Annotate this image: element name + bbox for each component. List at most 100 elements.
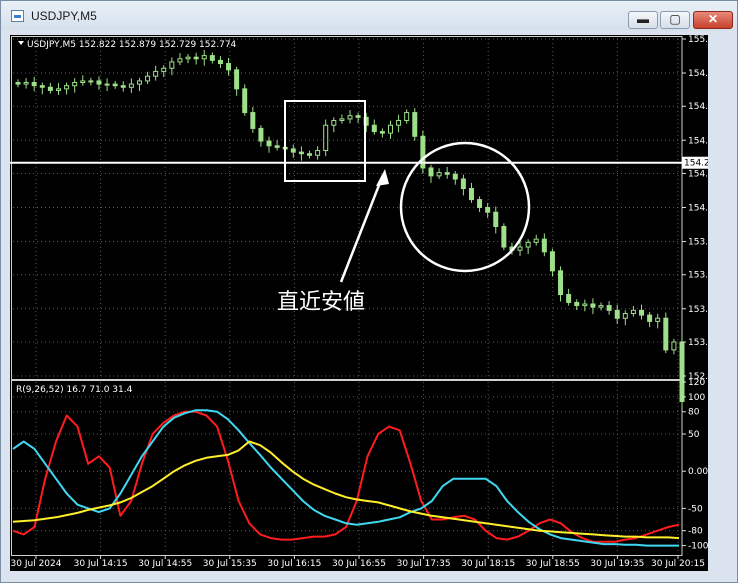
price-tick-label: 154.425 <box>688 136 708 146</box>
rsi-tick-label: 100 <box>688 393 705 403</box>
candle-bull <box>145 75 151 82</box>
x-tick-label: 30 Jul 20:15 <box>651 559 705 569</box>
candle-bear <box>412 112 418 137</box>
price-tick-label: 155.065 <box>688 35 708 45</box>
rsi-tick-label: 120 <box>688 378 705 388</box>
candle-bull <box>55 88 61 91</box>
candle-bear <box>452 173 458 180</box>
close-button[interactable]: ✕ <box>693 11 733 29</box>
rsi-lines <box>12 409 680 547</box>
candle-bear <box>566 294 572 303</box>
price-tick-label: 154.000 <box>688 204 708 214</box>
candle-bear <box>679 341 685 402</box>
candle-bear <box>47 86 53 91</box>
chart-window-icon <box>11 10 24 22</box>
candle-bull <box>622 313 628 319</box>
candle-bull <box>396 119 402 126</box>
candle-bear <box>558 270 564 296</box>
candle-bear <box>355 115 361 118</box>
candle-bear <box>501 225 507 248</box>
x-tick-label: 30 Jul 14:15 <box>74 559 128 569</box>
x-tick-label: 30 Jul 15:35 <box>203 559 257 569</box>
candle-bull <box>323 124 329 152</box>
candle-bear <box>39 85 45 88</box>
candle-bear <box>298 151 304 155</box>
candle-bull <box>169 61 175 69</box>
candle-bull <box>630 309 636 315</box>
candle-bear <box>485 207 491 213</box>
maximize-button[interactable]: ▢ <box>660 11 690 29</box>
x-tick-label: 30 Jul 2024 <box>11 559 62 569</box>
x-tick-label: 30 Jul 18:15 <box>461 559 515 569</box>
candle-bear <box>258 127 264 142</box>
candle-bull <box>88 80 94 83</box>
x-tick-label: 30 Jul 17:35 <box>397 559 451 569</box>
candles <box>15 49 685 408</box>
chart-area[interactable]: 30 Jul 2024 30 Jul 14:15 30 Jul 14:55 30 Ju… <box>10 35 708 571</box>
candle-bear <box>663 317 669 351</box>
candle-bear <box>290 148 296 153</box>
annotation-arrow-line <box>339 174 385 283</box>
candle-bear <box>477 199 483 209</box>
candle-bull <box>201 55 207 60</box>
x-tick-label: 30 Jul 16:15 <box>267 559 321 569</box>
candle-bull <box>153 70 159 77</box>
candle-bear <box>590 303 596 308</box>
candle-bull <box>339 118 345 121</box>
candle-bull <box>315 150 321 156</box>
candle-bear <box>234 69 240 90</box>
candle-bear <box>468 188 474 201</box>
candle-bear <box>112 83 118 87</box>
title-bar[interactable]: USDJPY,M5 ▬ ▢ ✕ <box>1 1 737 31</box>
candle-bear <box>250 112 256 129</box>
x-tick-label: 30 Jul 16:55 <box>332 559 386 569</box>
candle-bear <box>193 56 199 60</box>
candle-bear <box>428 167 434 177</box>
annotation-label: 直近安値 <box>277 290 365 315</box>
rsi-tick-label: -80 <box>688 527 703 537</box>
candle-bear <box>371 124 377 133</box>
candle-bear <box>217 59 223 65</box>
x-tick-label: 30 Jul 18:55 <box>526 559 580 569</box>
candle-bull <box>136 80 142 85</box>
candle-bear <box>274 145 280 148</box>
candle-bull <box>525 241 531 248</box>
candle-bear <box>444 172 450 175</box>
price-tick-label: 153.575 <box>688 271 708 281</box>
price-tick-label: 154.640 <box>688 102 708 112</box>
chart-window: USDJPY,M5 ▬ ▢ ✕ 30 Jul 2024 30 Jul 14:15 3… <box>0 0 738 583</box>
candle-bear <box>242 88 248 114</box>
rsi-header: R(9,26,52) 16.7 71.0 31.4 <box>16 385 133 395</box>
price-tick-label: 154.850 <box>688 69 708 79</box>
window-title: USDJPY,M5 <box>31 9 97 23</box>
candle-bull <box>387 124 393 134</box>
candle-bull <box>404 112 410 121</box>
candle-bull <box>64 85 70 90</box>
candle-bull <box>80 80 86 84</box>
candle-bear <box>15 82 21 85</box>
candle-bear <box>606 305 612 311</box>
candle-bear <box>647 314 653 322</box>
candle-bear <box>209 55 215 61</box>
rsi-tick-label: 50 <box>688 430 700 440</box>
candle-bear <box>574 301 580 307</box>
price-tick-label: 153.150 <box>688 338 708 348</box>
rsi-tick-label: 0.00 <box>688 467 708 477</box>
candle-bear <box>460 178 466 190</box>
minimize-button[interactable]: ▬ <box>628 11 658 29</box>
candle-bull <box>347 115 353 120</box>
candle-bear <box>307 153 313 156</box>
candle-bull <box>72 82 78 87</box>
rsi-tick-label: 80 <box>688 408 700 418</box>
candle-bull <box>177 58 183 63</box>
rsi-tick-label: -100 <box>688 542 708 552</box>
candle-bull <box>23 82 29 85</box>
candle-bear <box>639 309 645 316</box>
dropdown-icon <box>18 41 24 45</box>
candle-bear <box>31 82 37 87</box>
candle-bull <box>582 303 588 307</box>
candle-bull <box>104 83 110 86</box>
candle-bear <box>549 251 555 272</box>
price-tick-label: 153.360 <box>688 305 708 315</box>
x-tick-label: 30 Jul 19:35 <box>590 559 644 569</box>
